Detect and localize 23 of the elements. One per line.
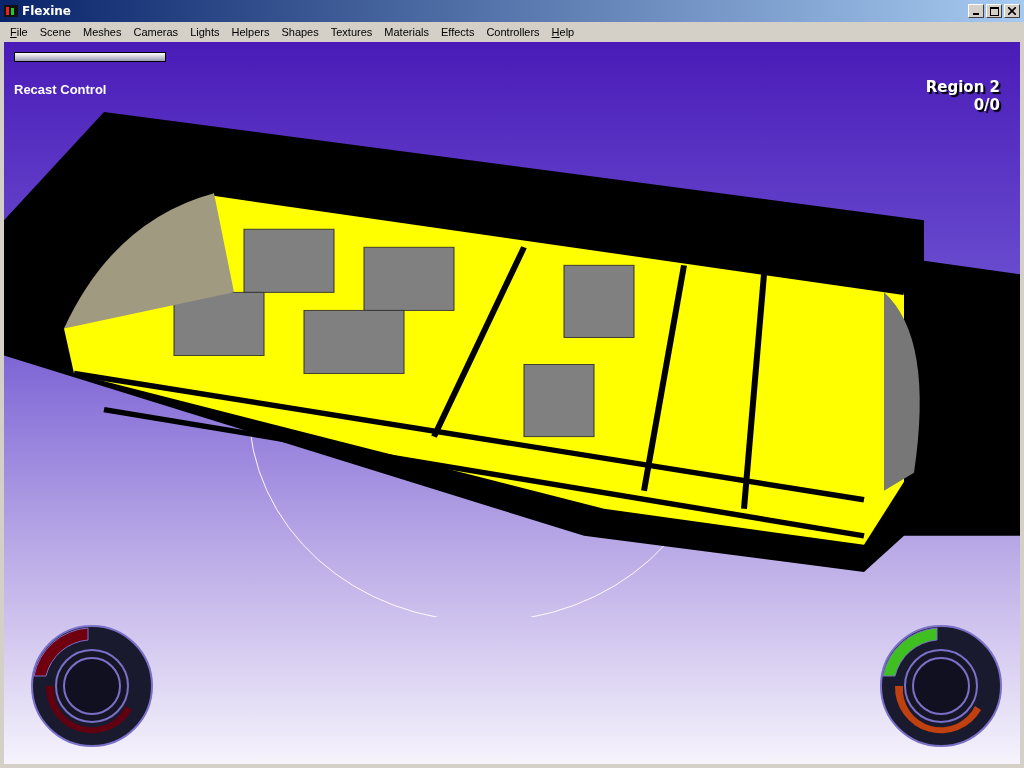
close-button[interactable] bbox=[1004, 4, 1020, 18]
menu-item[interactable]: Help bbox=[545, 26, 581, 38]
menu-item[interactable]: Shapes bbox=[275, 26, 325, 38]
region-label: Region 2 bbox=[925, 78, 1000, 96]
panel-title: Recast Control bbox=[14, 82, 107, 97]
maximize-button[interactable] bbox=[986, 4, 1002, 18]
menu-item[interactable]: Scene bbox=[33, 26, 77, 38]
menu-item[interactable]: Effects bbox=[434, 26, 481, 38]
menu-item[interactable]: Meshes bbox=[76, 26, 128, 38]
3d-viewport[interactable]: Recast Control Region 2 0/0 bbox=[4, 42, 1020, 764]
menu-item[interactable]: File bbox=[4, 26, 34, 38]
maximize-icon bbox=[989, 6, 999, 16]
close-icon bbox=[1008, 7, 1016, 15]
menu-item[interactable]: Lights bbox=[184, 26, 226, 38]
window-title: Flexine bbox=[22, 4, 72, 18]
region-count: 0/0 bbox=[973, 96, 1000, 114]
menu-item[interactable]: Materials bbox=[378, 26, 435, 38]
minimize-button[interactable] bbox=[968, 4, 984, 18]
menu-item[interactable]: Textures bbox=[324, 26, 379, 38]
menu-item[interactable]: Helpers bbox=[225, 26, 276, 38]
menu-item[interactable]: Cameras bbox=[127, 26, 185, 38]
app-icon bbox=[4, 5, 18, 17]
menu-item[interactable]: Controllers bbox=[480, 26, 546, 38]
